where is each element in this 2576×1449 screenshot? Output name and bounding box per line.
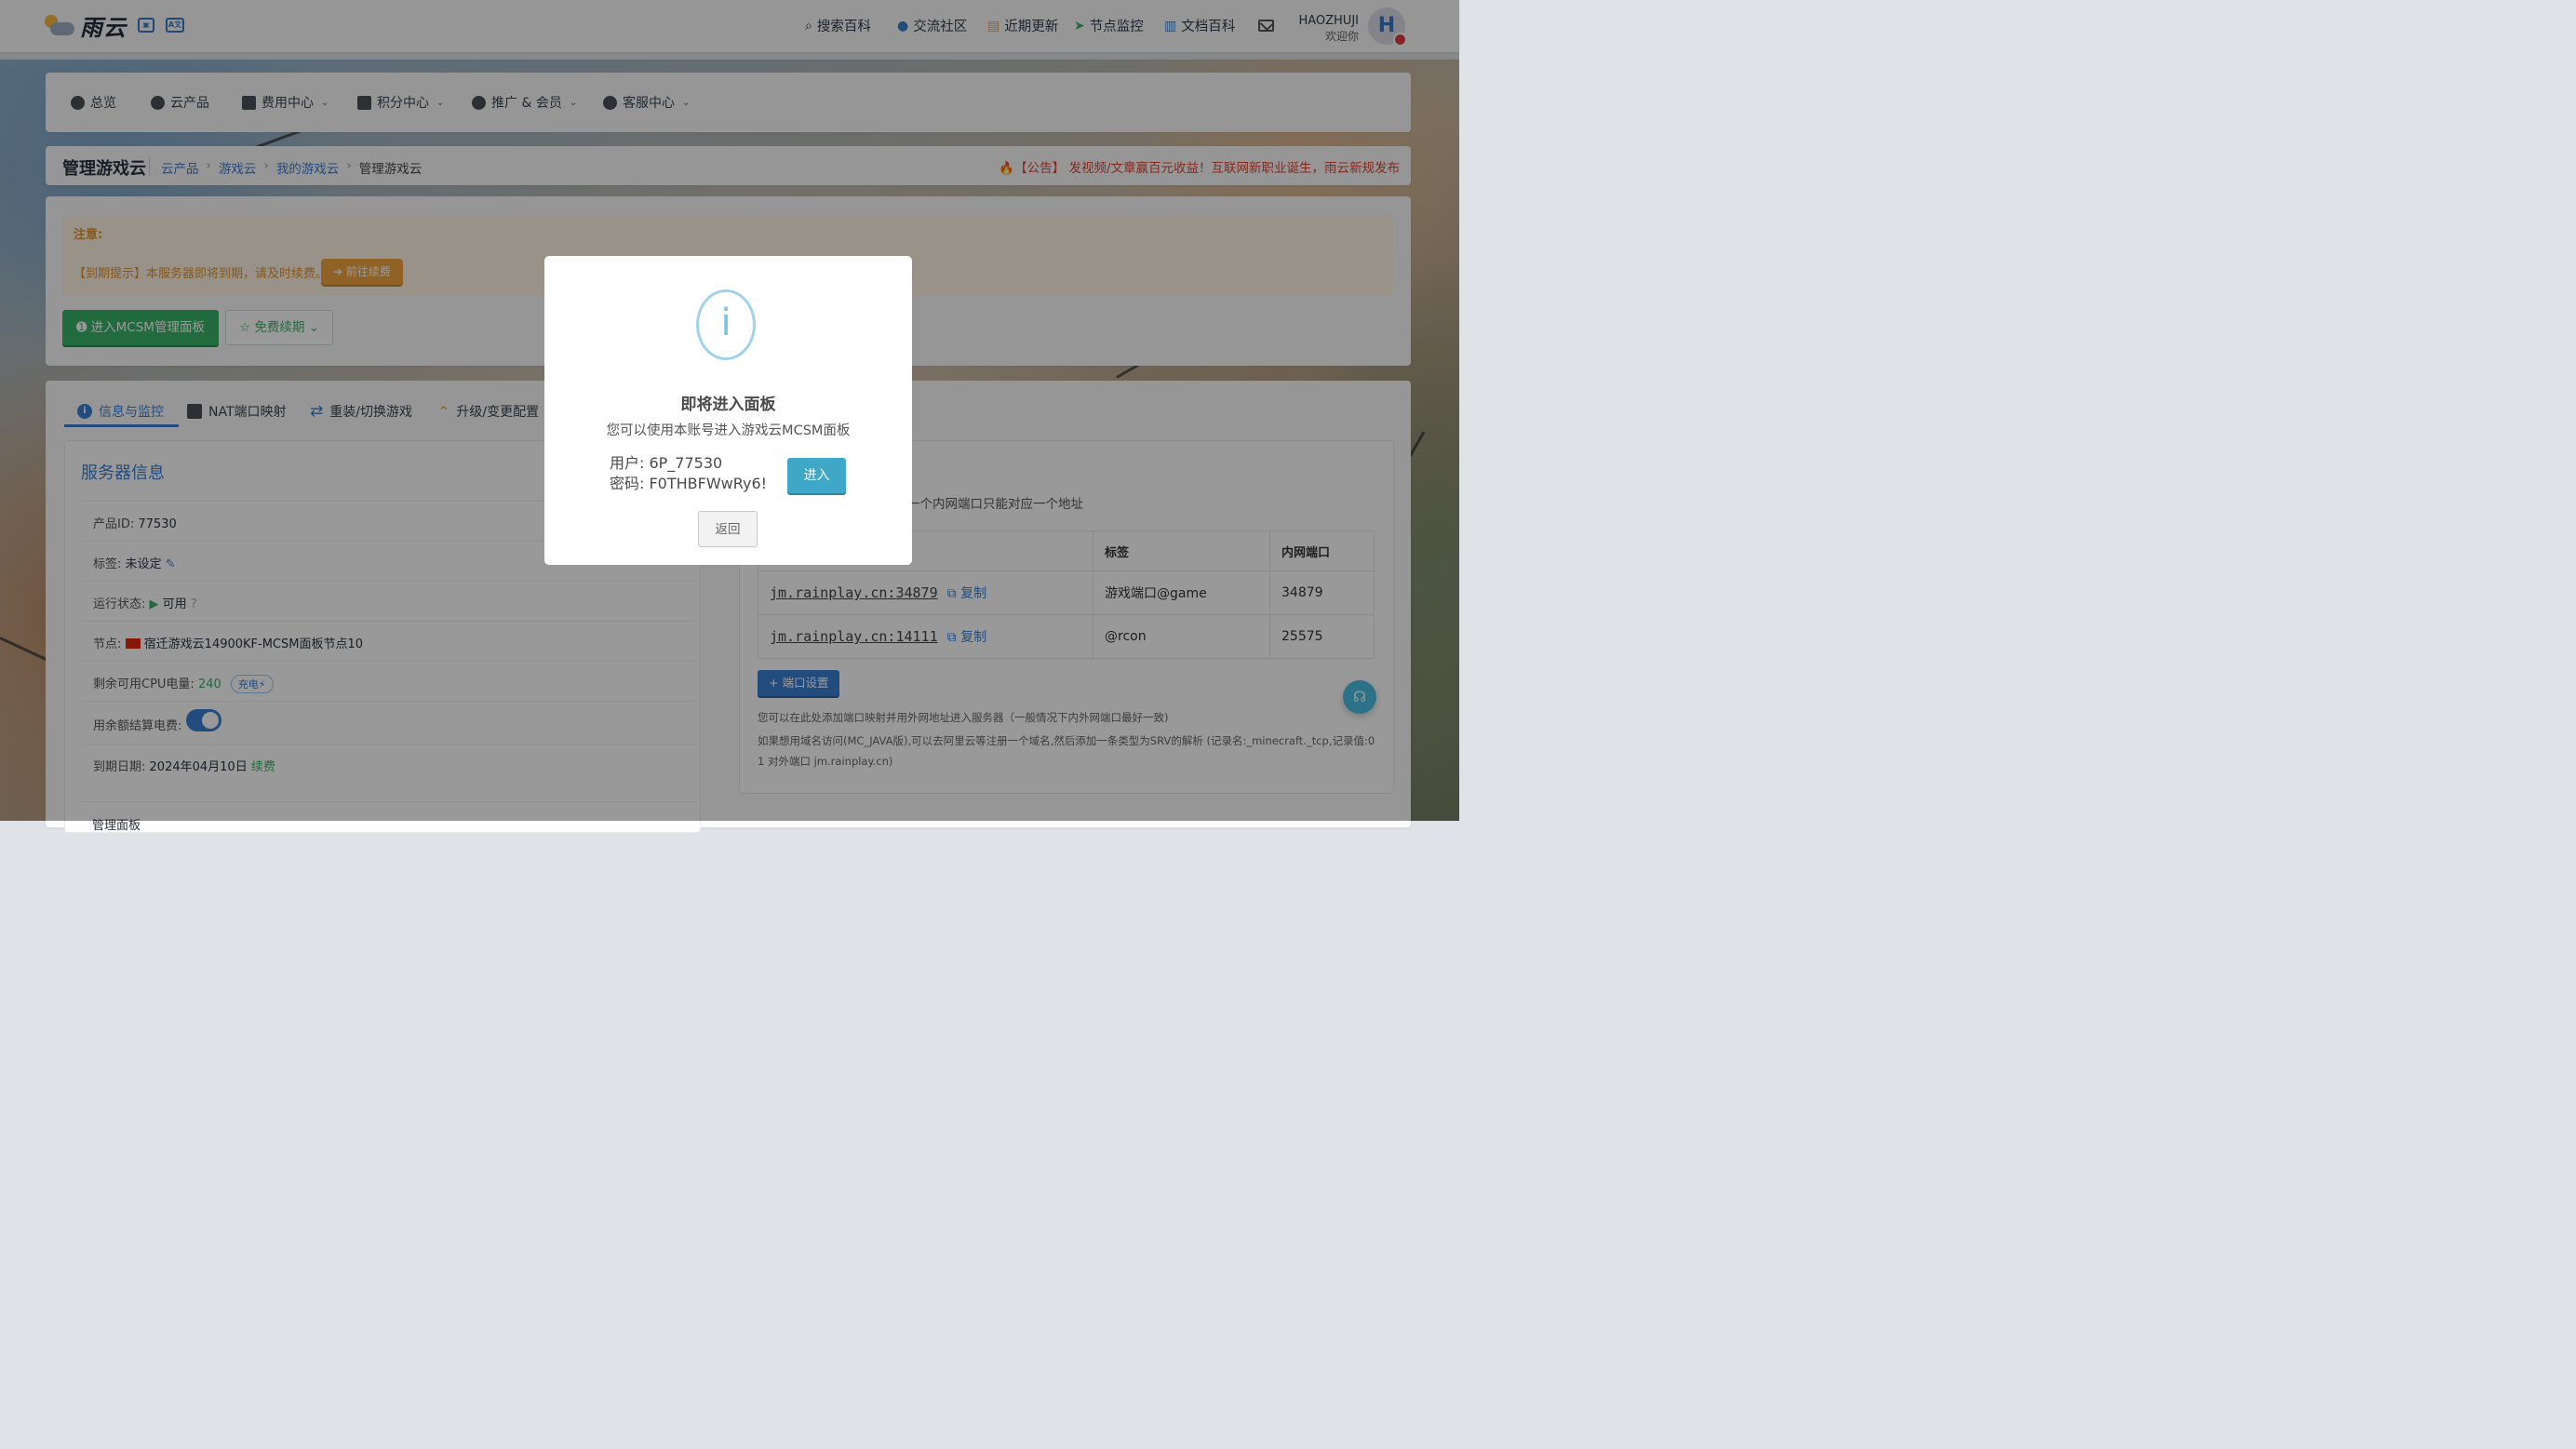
password-line: 密码: F0THBFWwRy6! — [610, 475, 768, 492]
credentials: 用户: 6P_77530 密码: F0THBFWwRy6! — [610, 453, 767, 494]
enter-panel-dialog: i 即将进入面板 您可以使用本账号进入游戏云MCSM面板 用户: 6P_7753… — [544, 256, 912, 565]
back-button[interactable]: 返回 — [698, 511, 758, 547]
enter-button[interactable]: 进入 — [787, 458, 846, 493]
dialog-subtitle: 您可以使用本账号进入游戏云MCSM面板 — [606, 423, 851, 438]
dialog-title: 即将进入面板 — [680, 396, 776, 414]
username-line: 用户: 6P_77530 — [610, 454, 723, 472]
info-icon: i — [696, 289, 756, 360]
